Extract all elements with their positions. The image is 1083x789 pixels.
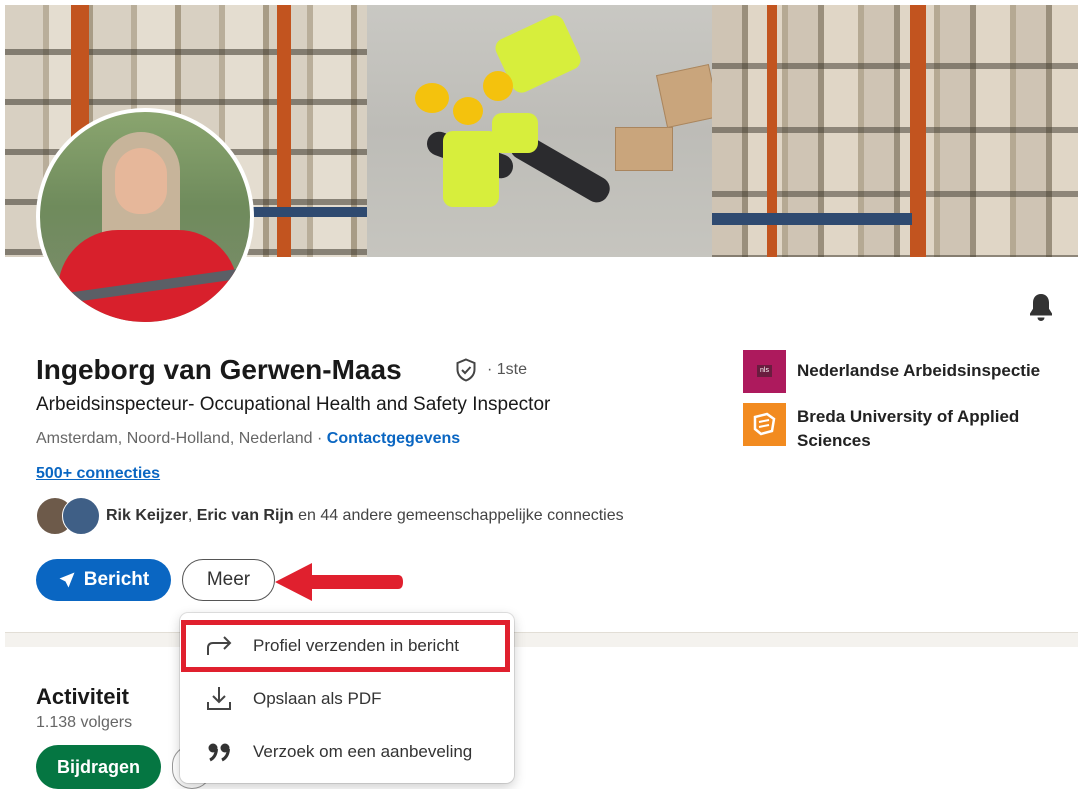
mutual-separator: , [187, 507, 197, 524]
menu-item-send-profile[interactable]: Profiel verzenden in bericht [180, 620, 514, 672]
profile-location-line: Amsterdam, Noord-Holland, Nederland · Co… [36, 430, 460, 448]
posts-filter-label: Bijdragen [56, 756, 140, 777]
company-logo-text: nls [757, 365, 772, 377]
connection-degree: · 1ste [487, 361, 528, 378]
university-logo-icon [753, 412, 776, 436]
banner-beam-blue [250, 207, 367, 217]
company-logo-arbeidsinspectie[interactable]: nls [743, 350, 786, 393]
avatar [62, 497, 100, 535]
banner-helmet [483, 71, 513, 101]
bell-icon[interactable] [1028, 292, 1054, 322]
more-button[interactable]: Meer [182, 559, 275, 601]
menu-item-request-recommendation[interactable]: Verzoek om een aanbeveling [180, 726, 514, 778]
banner-worker-vest [492, 113, 538, 153]
mutual-rest: en 44 andere gemeenschappelijke connecti… [293, 507, 624, 524]
share-arrow-icon [207, 636, 232, 655]
company-logo-breda[interactable] [743, 403, 786, 446]
mutual-connections-avatars[interactable] [36, 497, 102, 535]
activity-title: Activiteit [36, 684, 129, 709]
more-dropdown-menu: Profiel verzenden in bericht Opslaan als… [180, 613, 514, 783]
followers-count: 1.138 volgers [36, 714, 133, 731]
mutual-name: Rik Keijzer [106, 507, 188, 524]
mutual-name: Eric van Rijn [196, 507, 294, 524]
profile-name: Ingeborg van Gerwen-Maas [36, 354, 402, 385]
avatar-face [115, 148, 167, 214]
company-name[interactable]: Breda University of Applied Sciences [797, 405, 1047, 453]
menu-item-label: Opslaan als PDF [253, 689, 382, 708]
banner-box [615, 127, 673, 171]
banner-helmet [415, 83, 449, 113]
banner-box [655, 63, 721, 129]
quote-icon [208, 743, 230, 762]
section-divider [5, 632, 1078, 647]
download-icon [207, 687, 231, 710]
banner-beam [910, 5, 926, 257]
profile-headline: Arbeidsinspecteur- Occupational Health a… [36, 394, 551, 415]
contact-info-link[interactable]: Contactgegevens [327, 430, 460, 447]
banner-helmet [453, 97, 483, 125]
profile-avatar[interactable] [36, 108, 254, 326]
menu-item-label: Verzoek om een aanbeveling [253, 742, 473, 761]
message-button[interactable]: Bericht [36, 559, 171, 601]
company-name[interactable]: Nederlandse Arbeidsinspectie [797, 361, 1040, 381]
location-separator: · [312, 430, 327, 447]
more-button-label: Meer [206, 569, 251, 590]
mutual-connections-text[interactable]: Rik Keijzer, Eric van Rijn en 44 andere … [106, 507, 624, 525]
menu-item-save-pdf[interactable]: Opslaan als PDF [180, 673, 514, 725]
message-button-label: Bericht [83, 569, 150, 590]
banner-beam-blue [712, 213, 912, 225]
posts-filter-button[interactable]: Bijdragen [36, 745, 161, 789]
annotation-arrow-icon [275, 563, 403, 601]
banner-worker-vest [443, 131, 499, 207]
menu-item-label: Profiel verzenden in bericht [253, 636, 460, 655]
profile-location: Amsterdam, Noord-Holland, Nederland [36, 430, 313, 447]
verified-shield-icon[interactable] [455, 358, 477, 382]
banner-beam [277, 5, 291, 257]
send-icon [59, 572, 75, 588]
connections-link[interactable]: 500+ connecties [36, 465, 160, 483]
